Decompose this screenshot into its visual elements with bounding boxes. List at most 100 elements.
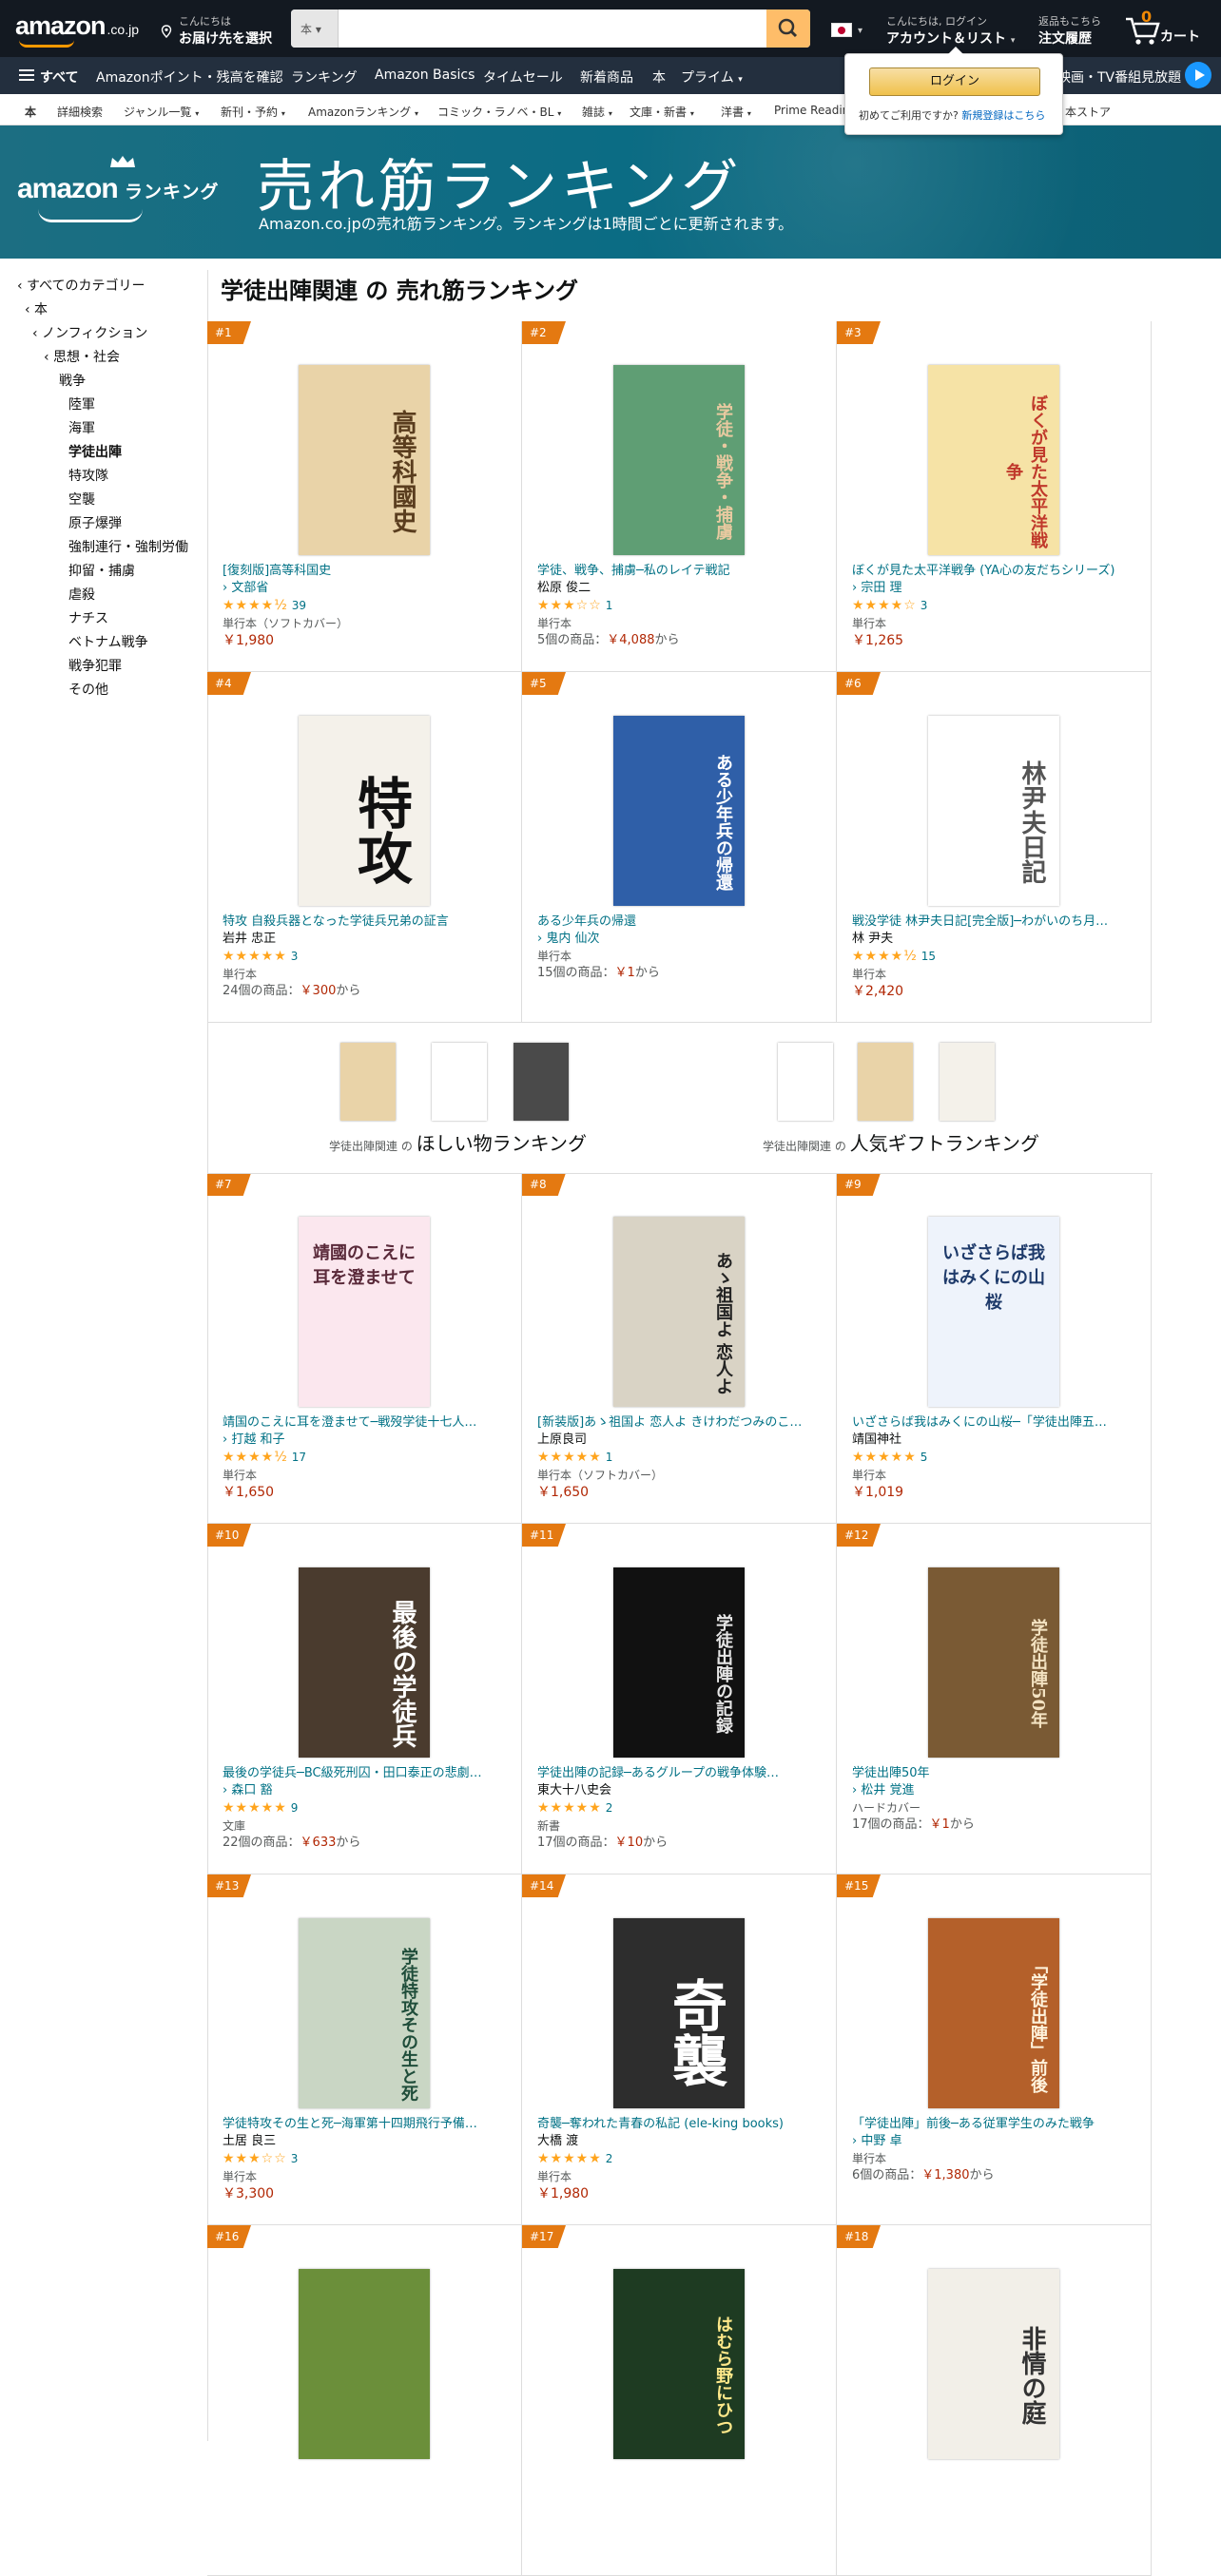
rating-row[interactable]: ★★★☆☆ 3 <box>223 2150 517 2168</box>
book-cover-image[interactable]: 特攻 <box>299 716 430 906</box>
language-caret-icon[interactable]: ▾ <box>858 26 862 36</box>
author-name[interactable]: › 打越 和子 <box>223 1432 517 1449</box>
nav-item-timesale[interactable]: タイムセール <box>483 67 563 87</box>
book-cover-image[interactable]: 学徒特攻その生と死 <box>299 1918 430 2108</box>
sidebar-item[interactable]: ナチス <box>68 608 108 627</box>
cart-button[interactable]: 0 カート <box>1122 8 1208 48</box>
author-name[interactable]: › 宗田 理 <box>852 580 1147 597</box>
product-title-link[interactable]: [復刻版]高等科国史 <box>223 563 517 580</box>
subnav-magazines[interactable]: 雑誌 ▾ <box>582 104 612 120</box>
orders-link[interactable]: 返品もこちら 注文履歴 <box>1038 13 1101 48</box>
book-cover-image[interactable]: 学徒出陣の記録 <box>613 1567 745 1758</box>
subnav-foreign-books[interactable]: 洋書 ▾ <box>721 104 751 120</box>
nav-item-basics[interactable]: Amazon Basics <box>375 67 475 83</box>
search-input[interactable] <box>339 10 763 48</box>
sidebar-item[interactable]: 空襲 <box>68 490 95 509</box>
product-title-link[interactable]: 学徒、戦争、捕虜─私のレイテ戦記 <box>537 563 832 580</box>
product-title-link[interactable]: 戦没学徒 林尹夫日記[完全版]─わがいのち月… <box>852 913 1147 931</box>
book-cover-image[interactable]: 靖國のこえに耳を澄ませて <box>299 1217 430 1407</box>
subnav-advanced-search[interactable]: 詳細検索 <box>57 104 103 120</box>
product-title-link[interactable]: 特攻 自殺兵器となった学徒兵兄弟の証言 <box>223 913 517 931</box>
product-title-link[interactable]: 学徒出陣50年 <box>852 1765 1147 1782</box>
book-cover-image[interactable] <box>299 2269 430 2459</box>
book-cover-image[interactable]: 「学徒出陣」前後 <box>928 1918 1059 2108</box>
sidebar-item[interactable]: その他 <box>68 680 108 699</box>
book-cover-image[interactable]: 学徒・戦争・捕虜 <box>613 365 745 555</box>
sidebar-item[interactable]: 抑留・捕虜 <box>68 561 135 580</box>
sidebar-item[interactable]: 強制連行・強制労働 <box>68 537 188 556</box>
product-title-link[interactable]: 「学徒出陣」前後─ある従軍学生のみた戦争 <box>852 2116 1147 2133</box>
sidebar-item[interactable]: 陸軍 <box>68 394 95 413</box>
product-title-link[interactable]: 学徒特攻その生と死─海軍第十四期飛行予備… <box>223 2116 517 2133</box>
play-icon[interactable] <box>1185 62 1211 88</box>
book-cover-image[interactable]: はむら野にひつ <box>613 2269 745 2459</box>
book-cover-image[interactable]: あゝ祖国よ 恋人よ <box>613 1217 745 1407</box>
book-cover-image[interactable]: いざさらば我はみくにの山桜 <box>928 1217 1059 1407</box>
account-menu[interactable]: こんにちは, ログイン アカウント＆リスト ▾ <box>886 13 1015 48</box>
sidebar-item[interactable]: 戦争 <box>59 371 86 390</box>
japan-flag-icon[interactable] <box>831 23 852 37</box>
subnav-books[interactable]: 本 <box>25 104 36 120</box>
product-title-link[interactable]: 奇襲─奪われた青春の私記 (ele-king books) <box>537 2116 832 2133</box>
author-name[interactable]: › 鬼内 仙次 <box>537 931 832 948</box>
sidebar-item[interactable]: 特攻隊 <box>68 466 108 485</box>
subnav-book-store[interactable]: 本ストア <box>1065 104 1111 120</box>
rating-row[interactable]: ★★★★★ 9 <box>223 1799 517 1817</box>
sidebar-item[interactable]: 原子爆弾 <box>68 513 122 532</box>
book-cover-image[interactable]: 学徒出陣50年 <box>928 1567 1059 1758</box>
product-title-link[interactable]: 靖国のこえに耳を澄ませて─戦歿学徒十七人… <box>223 1414 517 1432</box>
subnav-genres[interactable]: ジャンル一覧 ▾ <box>124 104 199 120</box>
sidebar-item[interactable]: ‹ すべてのカテゴリー <box>17 276 145 295</box>
book-cover-image[interactable]: ぼくが見た太平洋戦争 <box>928 365 1059 555</box>
rating-row[interactable]: ★★★★★ 2 <box>537 1799 832 1817</box>
rating-row[interactable]: ★★★★★ 2 <box>537 2150 832 2168</box>
deliver-to-button[interactable]: こんにちは お届け先を選択 <box>160 13 272 48</box>
sidebar-item[interactable]: 戦争犯罪 <box>68 656 122 675</box>
offers-link[interactable]: 17個の商品：￥1から <box>852 1817 1147 1834</box>
product-title-link[interactable]: 最後の学徒兵─BC級死刑囚・田口泰正の悲劇… <box>223 1765 517 1782</box>
author-name[interactable]: › 中野 卓 <box>852 2133 1147 2150</box>
sidebar-item[interactable]: ‹ 思想・社会 <box>44 347 120 366</box>
subnav-prime-reading[interactable]: Prime Readin <box>774 104 849 117</box>
rating-row[interactable]: ★★★★½ 15 <box>852 948 1147 966</box>
rating-row[interactable]: ★★★★★ 5 <box>852 1449 1147 1467</box>
subnav-bunko[interactable]: 文庫・新書 ▾ <box>630 104 694 120</box>
register-link[interactable]: 新規登録はこちら <box>961 109 1045 122</box>
search-category-select[interactable]: 本 ▾ <box>291 10 339 48</box>
product-title-link[interactable]: 学徒出陣の記録─あるグループの戦争体験… <box>537 1765 832 1782</box>
sidebar-item[interactable]: 学徒出陣 <box>68 442 122 461</box>
wishlist-ranking-label[interactable]: 学徒出陣関連 の ほしい物ランキング <box>329 1128 587 1156</box>
product-title-link[interactable]: いざさらば我はみくにの山桜─「学徒出陣五… <box>852 1414 1147 1432</box>
book-cover-image[interactable]: 最後の学徒兵 <box>299 1567 430 1758</box>
sidebar-item[interactable]: 海軍 <box>68 418 95 437</box>
subnav-new-releases[interactable]: 新刊・予約 ▾ <box>221 104 285 120</box>
nav-item-new[interactable]: 新着商品 <box>580 67 633 87</box>
product-title-link[interactable]: ぼくが見た太平洋戦争 (YA心の友だちシリーズ) <box>852 563 1147 580</box>
nav-item-ranking[interactable]: ランキング <box>291 67 358 87</box>
hamburger-icon[interactable] <box>19 69 34 81</box>
rating-row[interactable]: ★★★★½ 39 <box>223 597 517 615</box>
author-name[interactable]: › 松井 覚進 <box>852 1782 1147 1799</box>
offers-link[interactable]: 15個の商品：￥1から <box>537 965 832 982</box>
rating-row[interactable]: ★★★★☆ 3 <box>852 597 1147 615</box>
author-name[interactable]: › 森口 豁 <box>223 1782 517 1799</box>
rating-row[interactable]: ★★★★★ 1 <box>537 1449 832 1467</box>
nav-item-books[interactable]: 本 <box>652 67 666 87</box>
sidebar-item[interactable]: ‹ 本 <box>25 299 48 318</box>
product-title-link[interactable]: [新装版]あゝ祖国よ 恋人よ きけわだつみのこ… <box>537 1414 832 1432</box>
offers-link[interactable]: 17個の商品：￥10から <box>537 1835 832 1852</box>
offers-link[interactable]: 6個の商品：￥1,380から <box>852 2167 1147 2184</box>
rating-row[interactable]: ★★★★½ 17 <box>223 1449 517 1467</box>
subnav-comics[interactable]: コミック・ラノベ・BL ▾ <box>437 104 561 120</box>
sidebar-item[interactable]: ベトナム戦争 <box>68 632 148 651</box>
offers-link[interactable]: 5個の商品：￥4,088から <box>537 632 832 649</box>
amazon-logo[interactable]: amazon .co.jp <box>15 11 139 41</box>
nav-all[interactable]: すべて <box>40 67 78 87</box>
product-title-link[interactable]: ある少年兵の帰還 <box>537 913 832 931</box>
gift-ranking-label[interactable]: 学徒出陣関連 の 人気ギフトランキング <box>763 1128 1039 1156</box>
nav-item-points[interactable]: Amazonポイント・残高を確認 <box>96 67 283 87</box>
offers-link[interactable]: 22個の商品：￥633から <box>223 1835 517 1852</box>
book-cover-image[interactable]: ある少年兵の帰還 <box>613 716 745 906</box>
rating-row[interactable]: ★★★☆☆ 1 <box>537 597 832 615</box>
book-cover-image[interactable]: 林尹夫日記 <box>928 716 1059 906</box>
